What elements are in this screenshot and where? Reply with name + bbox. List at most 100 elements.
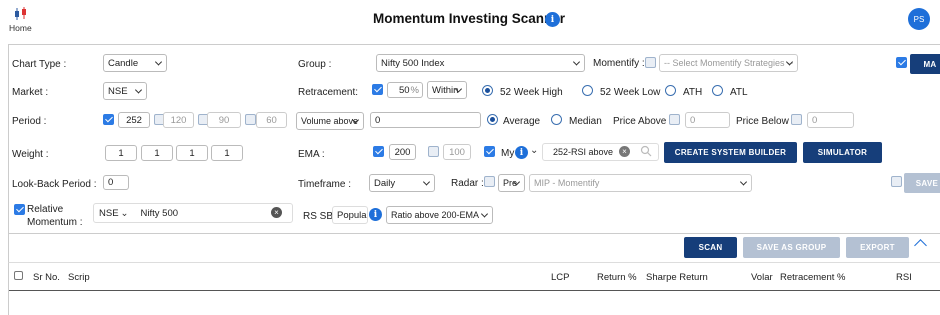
column-lcp[interactable]: LCP <box>551 272 569 283</box>
column-scrip[interactable]: Scrip <box>68 272 90 283</box>
weight-input-3[interactable]: 1 <box>176 145 208 161</box>
save-checkbox[interactable] <box>891 176 902 187</box>
actions-bar: SCAN SAVE AS GROUP EXPORT <box>8 234 940 262</box>
results-table <box>8 262 940 315</box>
period-checkbox[interactable] <box>103 114 114 125</box>
period-input-2[interactable]: 120 <box>163 112 194 128</box>
market-label: Market : <box>12 87 49 98</box>
rs-sb-mode[interactable]: Popular <box>332 206 368 224</box>
ema-label: EMA : <box>298 149 325 160</box>
period-input-3[interactable]: 90 <box>207 112 241 128</box>
retracement-label: Retracement: <box>298 87 359 98</box>
home-link[interactable]: Home <box>6 6 34 34</box>
avatar[interactable]: PS <box>908 8 930 30</box>
weight-label: Weight : <box>12 149 49 160</box>
radio-ath-label: ATH <box>683 87 703 98</box>
period-input-4[interactable]: 60 <box>256 112 287 128</box>
page-title: Momentum Investing Scanner <box>373 11 566 26</box>
radio-ath[interactable] <box>665 85 676 96</box>
group-select[interactable]: Nifty 500 Index <box>376 54 585 72</box>
chart-type-select[interactable]: Candle <box>103 54 167 72</box>
home-label: Home <box>9 23 32 33</box>
column-rsi[interactable]: RSI <box>896 272 912 283</box>
radar-checkbox[interactable] <box>484 176 495 187</box>
percent-unit: % <box>410 84 419 96</box>
my-info-icon[interactable]: i <box>515 146 528 159</box>
retracement-value: 50 <box>398 84 410 96</box>
radio-52-week-low[interactable] <box>582 85 593 96</box>
retracement-mode-select[interactable]: Within <box>427 81 467 99</box>
lookback-input[interactable]: 0 <box>103 175 129 190</box>
column-sr-no[interactable]: Sr No. <box>33 272 60 283</box>
lookback-label: Look-Back Period : <box>12 179 97 190</box>
chart-type-label: Chart Type : <box>12 59 67 70</box>
radar-mode-select[interactable]: Pre <box>498 174 525 192</box>
weight-input-4[interactable]: 1 <box>211 145 243 161</box>
ma-checkbox[interactable] <box>896 57 907 68</box>
radar-select[interactable]: MIP - Momentify <box>529 174 752 192</box>
radio-atl[interactable] <box>712 85 723 96</box>
ema-input-2[interactable]: 100 <box>443 144 471 160</box>
my-label: My <box>501 148 515 159</box>
radio-median-label: Median <box>569 116 602 127</box>
timeframe-select[interactable]: Daily <box>369 174 435 192</box>
period-input-1[interactable]: 252 <box>118 112 150 128</box>
clear-relative-index-icon[interactable]: × <box>271 207 282 218</box>
ema-checkbox-2[interactable] <box>428 146 439 157</box>
save-button[interactable]: SAVE <box>904 173 940 193</box>
column-retracement[interactable]: Retracement % <box>780 272 845 283</box>
ema-input-1[interactable]: 200 <box>389 144 416 160</box>
price-below-input[interactable]: 0 <box>807 112 854 128</box>
scan-button[interactable]: SCAN <box>684 237 737 258</box>
price-below-checkbox[interactable] <box>791 114 802 125</box>
volume-input[interactable]: 0 <box>370 112 481 128</box>
collapse-chevron-icon[interactable] <box>914 239 927 252</box>
momentify-label: Momentify : <box>593 58 645 69</box>
timeframe-label: Timeframe : <box>298 179 351 190</box>
my-chevron-icon[interactable]: ⌄ <box>530 145 538 156</box>
relative-exchange[interactable]: NSE <box>99 208 119 219</box>
column-volar[interactable]: Volar <box>751 272 773 283</box>
search-icon[interactable] <box>640 145 652 157</box>
momentify-select[interactable]: -- Select Momentify Strategies -- <box>659 54 798 72</box>
my-ema-checkbox[interactable] <box>484 146 495 157</box>
relative-index: Nifty 500 <box>140 207 179 219</box>
rs-sb-select[interactable]: Ratio above 200-EMA <box>386 206 493 224</box>
group-label: Group : <box>298 59 332 70</box>
select-all-checkbox[interactable] <box>14 271 23 280</box>
volume-mode-select[interactable]: Volume above <box>296 112 364 130</box>
ema-checkbox-1[interactable] <box>373 146 384 157</box>
export-button[interactable]: EXPORT <box>846 237 909 258</box>
radio-median[interactable] <box>551 114 562 125</box>
column-sharpe-return[interactable]: Sharpe Return <box>646 272 708 283</box>
radio-atl-label: ATL <box>730 87 748 98</box>
relative-momentum-label: Relative Momentum : <box>27 204 83 228</box>
simulator-button[interactable]: SIMULATOR <box>803 142 882 163</box>
market-select[interactable]: NSE <box>103 82 147 100</box>
ma-button[interactable]: MA <box>910 54 940 74</box>
radio-average[interactable] <box>487 114 498 125</box>
clear-strategy-icon[interactable]: × <box>619 146 630 157</box>
weight-input-2[interactable]: 1 <box>141 145 173 161</box>
retracement-input[interactable]: 50% <box>387 82 423 98</box>
radio-52-week-low-label: 52 Week Low <box>600 87 661 98</box>
radio-52-week-high[interactable] <box>482 85 493 96</box>
candlestick-home-icon <box>15 7 26 20</box>
radio-average-label: Average <box>503 116 541 127</box>
save-as-group-button[interactable]: SAVE AS GROUP <box>743 237 840 258</box>
period-checkbox-4[interactable] <box>245 114 256 125</box>
price-above-checkbox[interactable] <box>669 114 680 125</box>
rs-sb-info-icon[interactable]: i <box>369 208 382 221</box>
info-icon[interactable]: i <box>545 12 560 27</box>
exchange-chevron-icon[interactable]: ⌄ <box>121 208 129 219</box>
retracement-checkbox[interactable] <box>372 84 383 95</box>
momentify-checkbox[interactable] <box>645 57 656 68</box>
relative-momentum-input[interactable]: NSE ⌄ Nifty 500 <box>93 203 293 223</box>
create-system-builder-button[interactable]: CREATE SYSTEM BUILDER <box>664 142 797 163</box>
price-above-label: Price Above : <box>613 116 672 127</box>
column-return[interactable]: Return % <box>597 272 637 283</box>
my-strategy-value: 252-RSI above <box>553 147 614 157</box>
price-above-input[interactable]: 0 <box>685 112 730 128</box>
relative-momentum-checkbox[interactable] <box>14 204 25 215</box>
weight-input-1[interactable]: 1 <box>105 145 137 161</box>
